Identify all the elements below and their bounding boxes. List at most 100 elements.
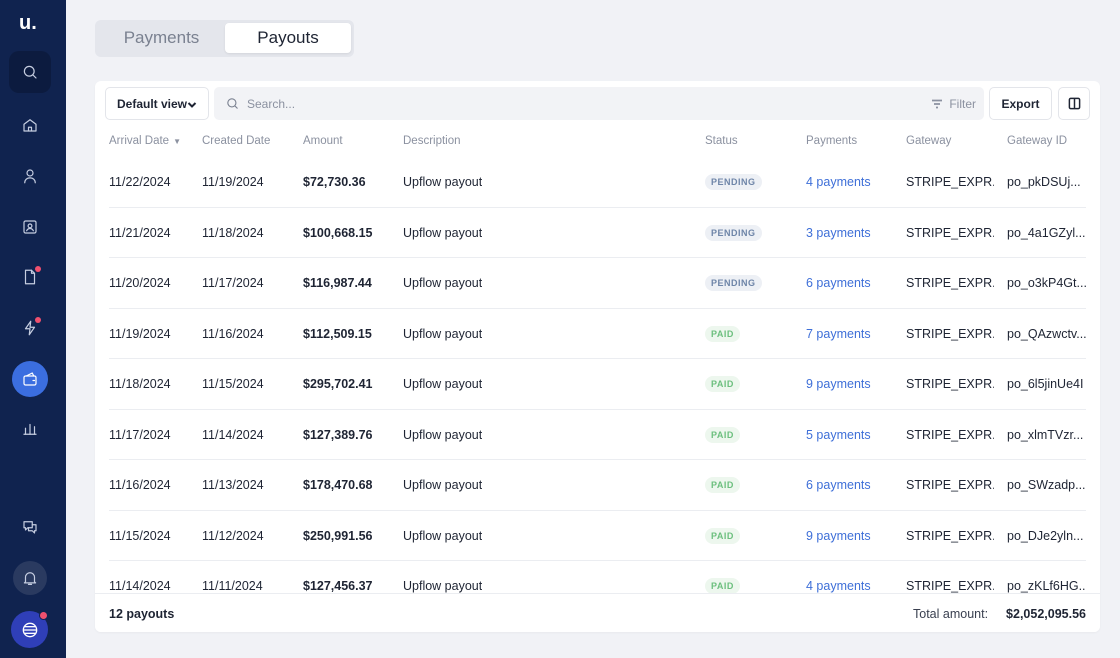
search-icon [227,98,238,109]
user-avatar[interactable] [11,611,48,648]
sidebar-item-customers[interactable] [11,157,49,195]
home-icon [23,119,37,132]
column-header-gateway-id[interactable]: Gateway ID [1007,135,1067,147]
cell-gateway: STRIPE_EXPR... [906,528,994,543]
cell-gateway-id: po_DJe2yln... [1007,528,1084,543]
contact-card-icon [23,220,37,234]
payments-link[interactable]: 6 payments [806,276,871,290]
column-header-payments[interactable]: Payments [806,135,857,147]
total-amount-label: Total amount: [913,607,989,621]
cell-gateway-id: po_4a1GZyl... [1007,225,1086,240]
notification-dot [35,266,41,272]
payouts-card: Default view Filter Export Arrival Date▼… [95,81,1100,632]
payments-link[interactable]: 4 payments [806,579,871,593]
tab-payouts[interactable]: Payouts [225,23,351,53]
table-row[interactable]: 11/21/2024 11/18/2024 $100,668.15 Upflow pa… [109,208,1086,258]
cell-gateway: STRIPE_EXPR... [906,175,994,189]
payments-link[interactable]: 4 payments [806,175,871,189]
cell-amount: $116,987.44 [303,276,372,290]
cell-gateway: STRIPE_EXPR... [906,478,994,492]
cell-description: Upflow payout [403,579,483,593]
column-header-created-date[interactable]: Created Date [202,135,270,147]
app-logo[interactable]: u. [19,12,41,34]
export-button[interactable]: Export [989,87,1052,120]
table-row[interactable]: 11/19/2024 11/16/2024 $112,509.15 Upflow pa… [109,309,1086,359]
sidebar-notifications-button[interactable] [13,561,47,595]
cell-gateway: STRIPE_EXPR... [906,427,994,442]
total-amount-value: $2,052,095.56 [1006,607,1086,621]
cell-arrival-date: 11/15/2024 [109,528,171,543]
cell-description: Upflow payout [403,225,483,240]
column-header-gateway[interactable]: Gateway [906,135,951,147]
sidebar-item-payouts[interactable] [12,361,48,397]
cell-amount: $295,702.41 [303,377,373,391]
tab-payments[interactable]: Payments [98,23,225,53]
table-row[interactable]: 11/17/2024 11/14/2024 $127,389.76 Upflow pa… [109,410,1086,460]
table-row[interactable]: 11/15/2024 11/12/2024 $250,991.56 Upflow pa… [109,511,1086,561]
sidebar-item-contacts[interactable] [11,208,49,246]
column-header-status[interactable]: Status [705,135,738,147]
payments-link[interactable]: 6 payments [806,478,871,492]
column-header-description[interactable]: Description [403,135,461,147]
cell-gateway: STRIPE_EXPR... [906,377,994,391]
cell-arrival-date: 11/17/2024 [109,427,171,442]
notification-dot [35,317,41,323]
chevron-down-icon [187,102,197,108]
cell-amount: $112,509.15 [303,326,372,341]
table-toolbar: Default view Filter Export [105,87,1090,120]
sidebar-item-chat[interactable] [11,508,49,546]
cell-gateway-id: po_xlmTVzr... [1007,427,1084,442]
cell-description: Upflow payout [403,175,483,189]
status-badge: PENDING [705,275,762,291]
sidebar-item-reports[interactable] [11,410,49,448]
cell-arrival-date: 11/14/2024 [109,579,171,593]
payments-link[interactable]: 3 payments [806,226,871,240]
cell-created-date: 11/14/2024 [202,427,264,442]
search-bar: Filter [214,87,984,120]
bell-icon [23,572,37,585]
cell-gateway: STRIPE_EXPR... [906,276,994,290]
table-row[interactable]: 11/22/2024 11/19/2024 $72,730.36 Upflow pay… [109,157,1086,208]
sidebar-search-button[interactable] [9,51,51,93]
cell-arrival-date: 11/21/2024 [109,225,171,240]
cell-arrival-date: 11/16/2024 [109,478,171,492]
column-header-arrival-date[interactable]: Arrival Date ▼ [109,135,181,147]
cell-created-date: 11/17/2024 [202,276,264,290]
payments-link[interactable]: 9 payments [806,377,871,391]
cell-description: Upflow payout [403,528,483,543]
status-badge: PAID [705,325,740,342]
sidebar-item-actions[interactable] [11,309,49,347]
table-row[interactable]: 11/14/2024 11/11/2024 $127,456.37 Upflow pa… [109,561,1086,593]
table-body: 11/22/2024 11/19/2024 $72,730.36 Upflow pay… [109,157,1086,593]
filter-icon [932,99,943,108]
column-header-amount[interactable]: Amount [303,135,343,147]
status-badge: PAID [705,376,740,392]
cell-amount: $72,730.36 [303,175,366,189]
cell-arrival-date: 11/22/2024 [109,175,171,189]
chat-icon [23,521,37,534]
payments-link[interactable]: 7 payments [806,327,871,341]
status-badge: PENDING [705,174,762,190]
table-row[interactable]: 11/18/2024 11/15/2024 $295,702.41 Upflow pa… [109,359,1086,410]
sidebar-item-home[interactable] [11,106,49,144]
sidebar-item-invoices[interactable] [11,258,49,296]
bar-chart-icon [23,423,37,435]
view-selector-button[interactable]: Default view [105,87,209,120]
filter-label: Filter [949,96,976,111]
cell-amount: $178,470.68 [303,478,373,492]
payments-link[interactable]: 5 payments [806,428,871,442]
sort-desc-icon: ▼ [173,137,181,146]
cell-created-date: 11/13/2024 [202,478,264,492]
search-input[interactable] [247,87,847,120]
table-row[interactable]: 11/20/2024 11/17/2024 $116,987.44 Upflow pa… [109,258,1086,309]
status-badge: PAID [705,527,740,544]
table-row[interactable]: 11/16/2024 11/13/2024 $178,470.68 Upflow pa… [109,460,1086,511]
payout-count: 12 payouts [109,607,175,621]
cell-description: Upflow payout [403,326,483,341]
status-badge: PAID [705,426,740,443]
cell-description: Upflow payout [403,276,483,290]
columns-toggle-button[interactable] [1058,87,1090,120]
filter-button[interactable]: Filter [931,87,976,120]
payments-link[interactable]: 9 payments [806,529,871,543]
cell-description: Upflow payout [403,427,483,442]
